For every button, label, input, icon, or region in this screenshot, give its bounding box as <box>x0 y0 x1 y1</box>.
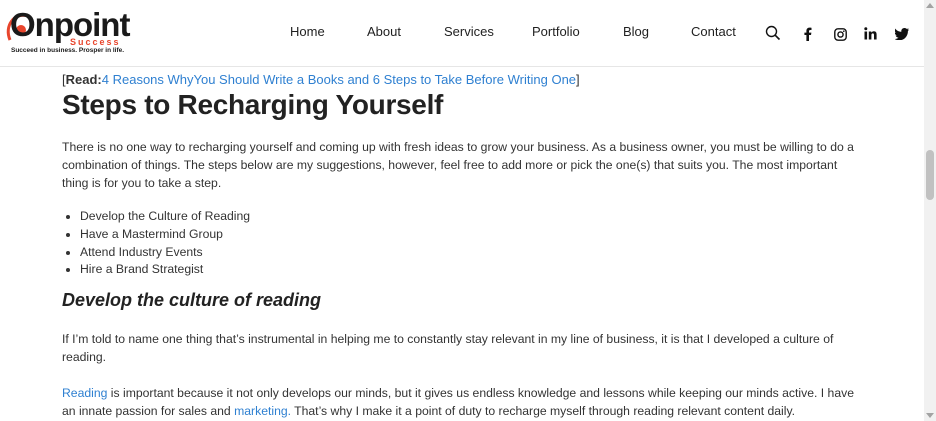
twitter-icon[interactable] <box>895 28 909 40</box>
reading-link[interactable]: Reading <box>62 386 107 400</box>
site-logo[interactable]: Onpoint Success Succeed in business. Pro… <box>6 7 130 56</box>
scroll-down-arrow-icon[interactable] <box>926 413 934 418</box>
steps-list: Develop the Culture of Reading Have a Ma… <box>62 208 862 279</box>
facebook-icon[interactable] <box>803 27 812 41</box>
nav-home[interactable]: Home <box>290 24 325 39</box>
linkedin-icon[interactable] <box>864 27 877 40</box>
related-read: [Read:4 Reasons WhyYou Should Write a Bo… <box>62 72 580 87</box>
paragraph-reading-culture: If I’m told to name one thing that’s ins… <box>62 332 834 365</box>
list-item: Develop the Culture of Reading <box>80 208 862 226</box>
logo-tagline: Succeed in business. Prosper in life. <box>11 47 125 54</box>
nav-contact[interactable]: Contact <box>691 24 736 39</box>
marketing-link[interactable]: marketing. <box>234 404 291 418</box>
nav-about[interactable]: About <box>367 24 401 39</box>
subsection-title: Develop the culture of reading <box>62 290 322 311</box>
nav-services[interactable]: Services <box>444 24 494 39</box>
search-icon[interactable] <box>765 25 781 41</box>
read-prefix: Read: <box>65 72 102 87</box>
scroll-thumb[interactable] <box>926 150 934 200</box>
paragraph-reading-importance: Reading is important because it not only… <box>62 384 862 420</box>
scroll-up-arrow-icon[interactable] <box>926 3 934 8</box>
instagram-icon[interactable] <box>834 28 847 41</box>
list-item: Hire a Brand Strategist <box>80 261 862 279</box>
list-item: Attend Industry Events <box>80 244 862 262</box>
intro-paragraph: There is no one way to recharging yourse… <box>62 140 854 190</box>
nav-blog[interactable]: Blog <box>623 24 649 39</box>
article-content: [Read:4 Reasons WhyYou Should Write a Bo… <box>62 70 862 420</box>
related-read-link[interactable]: 4 Reasons WhyYou Should Write a Books an… <box>102 72 576 87</box>
site-header: Onpoint Success Succeed in business. Pro… <box>0 0 924 67</box>
logo-sub: Success <box>70 37 121 47</box>
paragraph-text: That’s why I make it a point of duty to … <box>291 404 796 419</box>
list-item: Have a Mastermind Group <box>80 226 862 244</box>
nav-portfolio[interactable]: Portfolio <box>532 24 580 39</box>
article-section-title: Steps to Recharging Yourself <box>62 89 444 120</box>
page-scrollbar[interactable] <box>924 0 936 421</box>
